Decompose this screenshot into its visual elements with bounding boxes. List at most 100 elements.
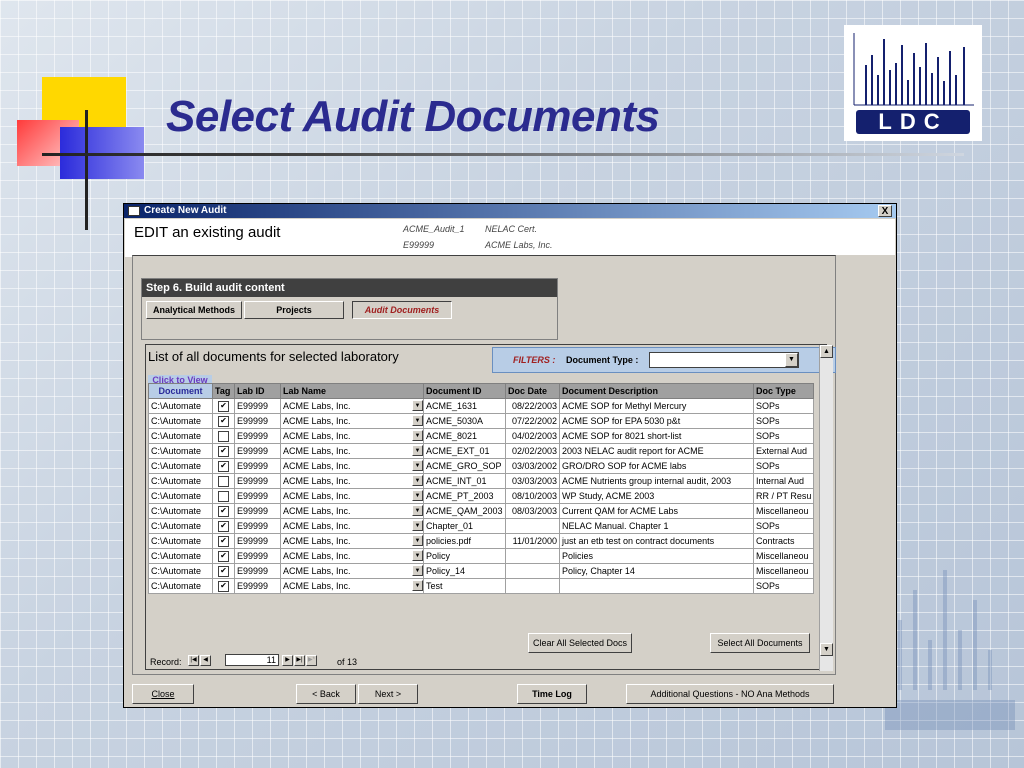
table-row[interactable]: C:\Automate ✔ E99999 ACME Labs, Inc. ▼ polici… (148, 533, 815, 549)
lab-name-combo[interactable]: ACME Labs, Inc. ▼ (280, 443, 424, 459)
table-row[interactable]: C:\Automate ✔ E99999 ACME Labs, Inc. ▼ Policy… (148, 548, 815, 564)
tag-cell[interactable]: ✔ (212, 578, 235, 594)
dropdown-arrow-icon[interactable]: ▼ (412, 520, 423, 531)
document-link[interactable]: C:\Automate (148, 548, 213, 564)
tag-cell[interactable] (212, 473, 235, 489)
tag-checkbox[interactable]: ✔ (218, 565, 229, 577)
document-link[interactable]: C:\Automate (148, 413, 213, 429)
additional-questions-button[interactable]: Additional Questions - NO Ana Methods (626, 684, 834, 704)
tag-cell[interactable]: ✔ (212, 503, 235, 519)
scroll-down-icon[interactable]: ▼ (820, 643, 833, 656)
table-row[interactable]: C:\Automate ✔ E99999 ACME Labs, Inc. ▼ Policy… (148, 563, 815, 579)
back-button[interactable]: < Back (296, 684, 356, 704)
document-link[interactable]: C:\Automate (148, 518, 213, 534)
lab-name-combo[interactable]: ACME Labs, Inc. ▼ (280, 518, 424, 534)
tag-cell[interactable]: ✔ (212, 443, 235, 459)
tag-cell[interactable]: ✔ (212, 413, 235, 429)
lab-name-combo[interactable]: ACME Labs, Inc. ▼ (280, 548, 424, 564)
dropdown-arrow-icon[interactable]: ▼ (412, 475, 423, 486)
dropdown-arrow-icon[interactable]: ▼ (412, 565, 423, 576)
clear-all-selected-docs-button[interactable]: Clear All Selected Docs (528, 633, 632, 653)
next-record-icon[interactable]: ▶ (282, 655, 293, 666)
tab-audit-documents[interactable]: Audit Documents (352, 301, 452, 319)
table-row[interactable]: C:\Automate ✔ E99999 ACME Labs, Inc. ▼ ACME_Q… (148, 503, 815, 519)
lab-name-combo[interactable]: ACME Labs, Inc. ▼ (280, 473, 424, 489)
tag-cell[interactable]: ✔ (212, 458, 235, 474)
tag-checkbox[interactable]: ✔ (218, 400, 229, 412)
document-link[interactable]: C:\Automate (148, 533, 213, 549)
document-link[interactable]: C:\Automate (148, 503, 213, 519)
document-link[interactable]: C:\Automate (148, 428, 213, 444)
table-row[interactable]: C:\Automate E99999 ACME Labs, Inc. ▼ ACME_IN… (148, 473, 815, 489)
document-link[interactable]: C:\Automate (148, 473, 213, 489)
first-record-icon[interactable]: |◀ (188, 655, 199, 666)
table-row[interactable]: C:\Automate ✔ E99999 ACME Labs, Inc. ▼ ACME_G… (148, 458, 815, 474)
select-all-documents-button[interactable]: Select All Documents (710, 633, 810, 653)
tag-cell[interactable]: ✔ (212, 563, 235, 579)
new-record-icon[interactable]: ▶* (306, 655, 317, 666)
document-link[interactable]: C:\Automate (148, 443, 213, 459)
close-button[interactable]: Close (132, 684, 194, 704)
table-row[interactable]: C:\Automate ✔ E99999 ACME Labs, Inc. ▼ ACME_E… (148, 443, 815, 459)
tag-checkbox[interactable]: ✔ (218, 580, 229, 592)
vertical-scrollbar[interactable]: ▲ ▼ (819, 345, 833, 671)
document-link[interactable]: C:\Automate (148, 563, 213, 579)
dropdown-arrow-icon[interactable]: ▼ (785, 353, 798, 367)
tag-checkbox[interactable]: ✔ (218, 550, 229, 562)
tag-cell[interactable]: ✔ (212, 518, 235, 534)
dropdown-arrow-icon[interactable]: ▼ (412, 535, 423, 546)
lab-name-combo[interactable]: ACME Labs, Inc. ▼ (280, 578, 424, 594)
dropdown-arrow-icon[interactable]: ▼ (412, 490, 423, 501)
dropdown-arrow-icon[interactable]: ▼ (412, 460, 423, 471)
dropdown-arrow-icon[interactable]: ▼ (412, 400, 423, 411)
tag-checkbox[interactable]: ✔ (218, 445, 229, 457)
lab-name-combo[interactable]: ACME Labs, Inc. ▼ (280, 488, 424, 504)
document-link[interactable]: C:\Automate (148, 578, 213, 594)
lab-name-combo[interactable]: ACME Labs, Inc. ▼ (280, 398, 424, 414)
last-record-icon[interactable]: ▶| (294, 655, 305, 666)
tag-cell[interactable] (212, 428, 235, 444)
dropdown-arrow-icon[interactable]: ▼ (412, 415, 423, 426)
tag-cell[interactable]: ✔ (212, 533, 235, 549)
dropdown-arrow-icon[interactable]: ▼ (412, 550, 423, 561)
dropdown-arrow-icon[interactable]: ▼ (412, 430, 423, 441)
prev-record-icon[interactable]: ◀ (200, 655, 211, 666)
document-link[interactable]: C:\Automate (148, 488, 213, 504)
scroll-up-icon[interactable]: ▲ (820, 345, 833, 358)
tag-checkbox[interactable]: ✔ (218, 460, 229, 472)
tab-analytical-methods[interactable]: Analytical Methods (146, 301, 242, 319)
lab-name-combo[interactable]: ACME Labs, Inc. ▼ (280, 533, 424, 549)
tag-checkbox[interactable] (218, 490, 229, 502)
tag-cell[interactable] (212, 488, 235, 504)
lab-name-combo[interactable]: ACME Labs, Inc. ▼ (280, 563, 424, 579)
table-row[interactable]: C:\Automate ✔ E99999 ACME Labs, Inc. ▼ ACME_1… (148, 398, 815, 414)
doc-type-select[interactable]: ▼ (649, 352, 799, 368)
record-number-input[interactable]: 11 (225, 654, 279, 666)
table-row[interactable]: C:\Automate ✔ E99999 ACME Labs, Inc. ▼ ACME_5… (148, 413, 815, 429)
tag-checkbox[interactable]: ✔ (218, 505, 229, 517)
tag-cell[interactable]: ✔ (212, 398, 235, 414)
next-button[interactable]: Next > (358, 684, 418, 704)
tag-checkbox[interactable]: ✔ (218, 535, 229, 547)
window-close-button[interactable]: X (878, 205, 892, 217)
dropdown-arrow-icon[interactable]: ▼ (412, 505, 423, 516)
lab-name-combo[interactable]: ACME Labs, Inc. ▼ (280, 413, 424, 429)
tab-projects[interactable]: Projects (244, 301, 344, 319)
time-log-button[interactable]: Time Log (517, 684, 587, 704)
dropdown-arrow-icon[interactable]: ▼ (412, 580, 423, 591)
lab-name-combo[interactable]: ACME Labs, Inc. ▼ (280, 458, 424, 474)
tag-checkbox[interactable] (218, 475, 229, 487)
tag-checkbox[interactable] (218, 430, 229, 442)
document-link[interactable]: C:\Automate (148, 398, 213, 414)
tag-cell[interactable]: ✔ (212, 548, 235, 564)
table-row[interactable]: C:\Automate ✔ E99999 ACME Labs, Inc. ▼ Chapte… (148, 518, 815, 534)
table-row[interactable]: C:\Automate E99999 ACME Labs, Inc. ▼ ACME_80… (148, 428, 815, 444)
tag-checkbox[interactable]: ✔ (218, 415, 229, 427)
table-row[interactable]: C:\Automate E99999 ACME Labs, Inc. ▼ ACME_PT… (148, 488, 815, 504)
tag-checkbox[interactable]: ✔ (218, 520, 229, 532)
document-link[interactable]: C:\Automate (148, 458, 213, 474)
dropdown-arrow-icon[interactable]: ▼ (412, 445, 423, 456)
table-row[interactable]: C:\Automate ✔ E99999 ACME Labs, Inc. ▼ Test SO… (148, 578, 815, 594)
lab-name-combo[interactable]: ACME Labs, Inc. ▼ (280, 428, 424, 444)
lab-name-combo[interactable]: ACME Labs, Inc. ▼ (280, 503, 424, 519)
